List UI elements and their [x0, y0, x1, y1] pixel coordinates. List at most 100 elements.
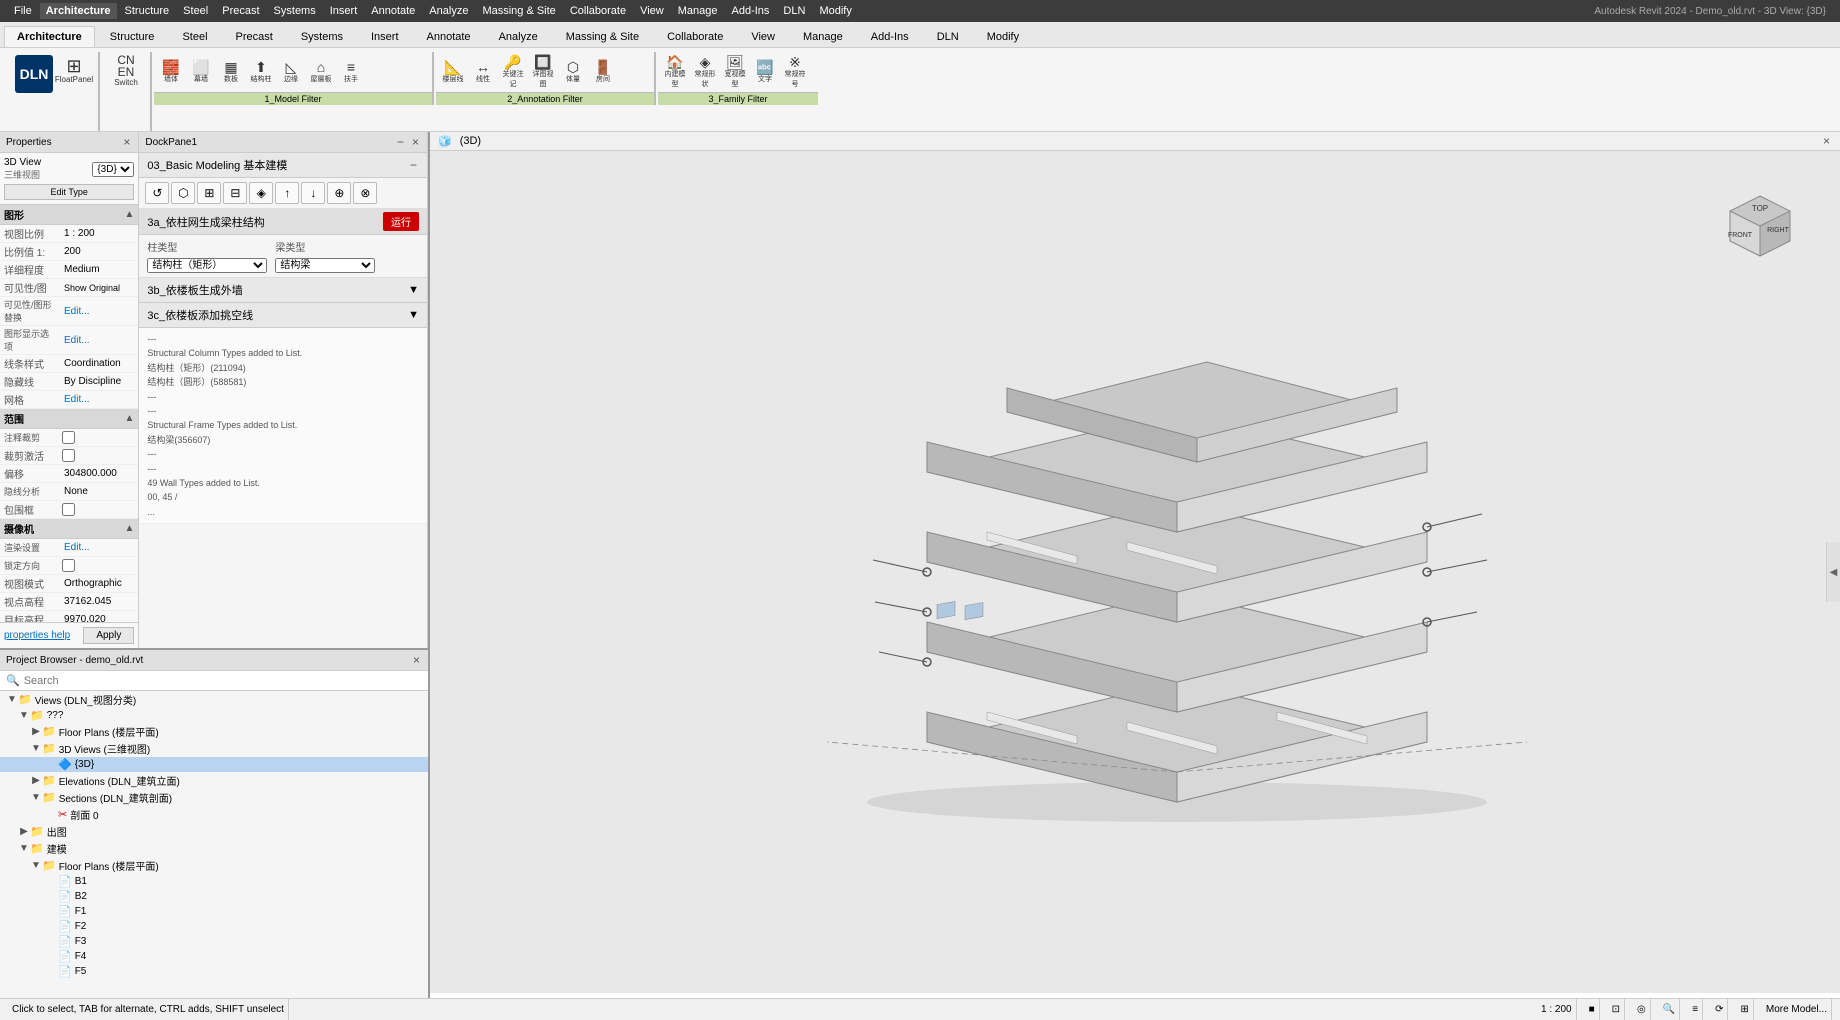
- menu-manage[interactable]: Manage: [672, 3, 724, 19]
- viewport-canvas[interactable]: TOP FRONT RIGHT ◀: [430, 151, 1840, 993]
- menu-insert[interactable]: Insert: [324, 3, 364, 19]
- toggle-sections[interactable]: ▼: [30, 792, 42, 803]
- tree-modeling[interactable]: ▼ 📁 建模: [0, 840, 428, 857]
- tree-section-0[interactable]: ✂ 剖面 0: [0, 806, 428, 823]
- tool-diamond[interactable]: ◈: [249, 182, 273, 204]
- status-grid-icon[interactable]: ⊞: [1736, 999, 1753, 1020]
- edit-type-button[interactable]: Edit Type: [4, 184, 134, 200]
- toggle-qqq[interactable]: ▼: [18, 710, 30, 721]
- dock-pane-close-button[interactable]: ×: [410, 135, 421, 149]
- tab-structure[interactable]: Structure: [97, 26, 168, 47]
- apply-button[interactable]: Apply: [83, 627, 134, 644]
- toggle-3d-views[interactable]: ▼: [30, 743, 42, 754]
- tree-f1[interactable]: 📄 F1: [0, 904, 428, 919]
- tree-views-root[interactable]: ▼ 📁 Views (DLN_视图分类): [0, 691, 428, 708]
- menu-structure[interactable]: Structure: [119, 3, 176, 19]
- panel-icon[interactable]: ▦ 数板: [216, 54, 246, 90]
- tree-f3[interactable]: 📄 F3: [0, 934, 428, 949]
- tab-modify[interactable]: Modify: [974, 26, 1032, 47]
- modeling-minimize-button[interactable]: −: [408, 158, 419, 172]
- right-panel-collapse[interactable]: ◀: [1826, 542, 1840, 602]
- tab-systems[interactable]: Systems: [288, 26, 356, 47]
- tool-hex[interactable]: ⬡: [171, 182, 195, 204]
- tree-drawings[interactable]: ▶ 📁 出图: [0, 823, 428, 840]
- process-3b-header[interactable]: 3b_依楼板生成外墙 ▼: [139, 278, 427, 303]
- properties-help-link[interactable]: properties help: [4, 630, 70, 641]
- menu-systems[interactable]: Systems: [268, 3, 322, 19]
- dln-icon[interactable]: DLN: [12, 52, 56, 96]
- stair-icon[interactable]: ≡ 扶手: [336, 54, 366, 90]
- search-input[interactable]: [24, 675, 422, 687]
- tab-precast[interactable]: Precast: [223, 26, 286, 47]
- col-type-select[interactable]: 结构柱（矩形）: [147, 258, 267, 273]
- properties-close-button[interactable]: ×: [121, 135, 132, 149]
- process-3c-header[interactable]: 3c_依楼板添加挑空线 ▼: [139, 303, 427, 328]
- status-rotate-icon[interactable]: ⟳: [1711, 999, 1728, 1020]
- toggle-drawings[interactable]: ▶: [18, 826, 30, 837]
- tree-f4[interactable]: 📄 F4: [0, 949, 428, 964]
- tool-add[interactable]: ⊕: [327, 182, 351, 204]
- section-scope[interactable]: 范围 ▲: [0, 409, 138, 429]
- view-cube[interactable]: TOP FRONT RIGHT: [1720, 191, 1800, 271]
- lock-orient-checkbox[interactable]: [62, 559, 75, 572]
- menu-precast[interactable]: Precast: [216, 3, 265, 19]
- cn-en-icon[interactable]: CNEN Switch: [110, 52, 142, 88]
- toggle-camera[interactable]: ▲: [124, 523, 134, 534]
- run-button[interactable]: 运行: [383, 212, 419, 231]
- linear-icon[interactable]: ↔ 线性: [468, 54, 498, 90]
- toggle-modeling[interactable]: ▼: [18, 843, 30, 854]
- crop-checkbox[interactable]: [62, 431, 75, 444]
- tree-3d-current[interactable]: 🔷 {3D}: [0, 757, 428, 772]
- tool-grid-minus[interactable]: ⊟: [223, 182, 247, 204]
- toggle-views[interactable]: ▼: [6, 694, 18, 705]
- fill-icon[interactable]: 🔤 文字: [750, 54, 780, 90]
- toggle-elevations[interactable]: ▶: [30, 775, 42, 786]
- project-browser-close-button[interactable]: ×: [411, 653, 422, 667]
- tool-up[interactable]: ↑: [275, 182, 299, 204]
- tree-f5[interactable]: 📄 F5: [0, 964, 428, 979]
- tool-remove[interactable]: ⊗: [353, 182, 377, 204]
- tab-annotate[interactable]: Annotate: [414, 26, 484, 47]
- tree-floor-plans[interactable]: ▶ 📁 Floor Plans (楼层平面): [0, 723, 428, 740]
- tab-insert[interactable]: Insert: [358, 26, 412, 47]
- menu-addins[interactable]: Add-Ins: [726, 3, 776, 19]
- tool-down[interactable]: ↓: [301, 182, 325, 204]
- tab-manage[interactable]: Manage: [790, 26, 856, 47]
- floorline-icon[interactable]: 📐 楼层线: [438, 54, 468, 90]
- tree-3d-views[interactable]: ▼ 📁 3D Views (三维视图): [0, 740, 428, 757]
- menu-dln[interactable]: DLN: [777, 3, 811, 19]
- struct-col-icon[interactable]: ⬆ 结构柱: [246, 54, 276, 90]
- tab-analyze[interactable]: Analyze: [486, 26, 551, 47]
- detail-icon[interactable]: 🔲 详图视图: [528, 54, 558, 90]
- curtainwall-icon[interactable]: ⬜ 幕墙: [186, 54, 216, 90]
- symbol-icon[interactable]: ※ 常规符号: [780, 54, 810, 90]
- tree-elevations[interactable]: ▶ 📁 Elevations (DLN_建筑立面): [0, 772, 428, 789]
- tree-f2[interactable]: 📄 F2: [0, 919, 428, 934]
- wide-view-icon[interactable]: 🖼 宽视模型: [720, 54, 750, 90]
- menu-architecture[interactable]: Architecture: [40, 3, 117, 19]
- toggle-graphics[interactable]: ▲: [124, 209, 134, 220]
- wall-icon[interactable]: 🧱 墙体: [156, 54, 186, 90]
- status-lines-icon[interactable]: ≡: [1688, 999, 1703, 1020]
- status-search-icon[interactable]: 🔍: [1659, 999, 1680, 1020]
- status-model-icon[interactable]: ■: [1585, 999, 1600, 1020]
- viewport-close-button[interactable]: ×: [1821, 134, 1832, 148]
- rooms-icon[interactable]: 🚪 房间: [588, 54, 618, 90]
- tree-sections[interactable]: ▼ 📁 Sections (DLN_建筑剖面): [0, 789, 428, 806]
- tool-grid-plus[interactable]: ⊞: [197, 182, 221, 204]
- floatpanel-icon[interactable]: ⊞ FloatPanel: [58, 52, 90, 88]
- bbox-checkbox[interactable]: [62, 503, 75, 516]
- edge-icon[interactable]: ◺ 边缘: [276, 54, 306, 90]
- keynote-icon[interactable]: 🔑 关键注记: [498, 54, 528, 90]
- status-circle-icon[interactable]: ◎: [1633, 999, 1651, 1020]
- toggle-floor-plans[interactable]: ▶: [30, 726, 42, 737]
- status-view-icon[interactable]: ⊡: [1608, 999, 1625, 1020]
- tab-addins[interactable]: Add-Ins: [858, 26, 922, 47]
- mass-icon[interactable]: ⬡ 体量: [558, 54, 588, 90]
- beam-type-select[interactable]: 结构梁: [275, 258, 375, 273]
- roof-icon[interactable]: ⌂ 屋層板: [306, 54, 336, 90]
- tab-massing[interactable]: Massing & Site: [553, 26, 652, 47]
- menu-annotate[interactable]: Annotate: [365, 3, 421, 19]
- menu-analyze[interactable]: Analyze: [423, 3, 474, 19]
- tab-collaborate[interactable]: Collaborate: [654, 26, 736, 47]
